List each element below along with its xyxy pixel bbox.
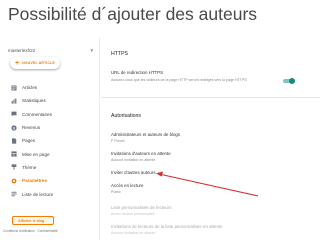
sidebar-item-stats[interactable]: Statistiques [0, 94, 100, 107]
sidebar-item-label: Revenus [22, 125, 41, 131]
plus-icon: + [15, 59, 20, 67]
sidebar-item-label: Thème [22, 164, 37, 170]
toggle-knob [289, 78, 295, 84]
articles-icon [11, 85, 17, 91]
pending-author-invites-value: Aucune invitation en attente [111, 158, 156, 162]
footer-links[interactable]: Conditions d'utilisation · Confidentiali… [3, 229, 58, 233]
comments-icon [11, 111, 17, 117]
sidebar-item-label: Pages [22, 138, 36, 144]
read-access-value: Public [111, 190, 121, 194]
blogger-settings-screenshot: masterlexfr22 ▼ + NOUVEL ARTICLE Article… [0, 37, 320, 240]
sidebar-item-articles[interactable]: Articles [0, 81, 100, 94]
view-blog-button[interactable]: Afficher le blog [12, 216, 54, 225]
sidebar-item-revenue[interactable]: $ Revenus [0, 121, 100, 134]
invite-authors-link[interactable]: Inviter d'autres auteurs [111, 170, 156, 175]
chevron-down-icon: ▼ [89, 47, 94, 53]
sidebar-item-pages[interactable]: Pages [0, 134, 100, 147]
blog-name: masterlexfr22 [8, 47, 36, 53]
new-post-button[interactable]: + NOUVEL ARTICLE [10, 57, 60, 69]
https-redirect-label: URL de redirection HTTPS [111, 70, 164, 75]
sidebar-item-label: Liste de lecture [22, 191, 54, 197]
reading-list-icon [11, 191, 17, 197]
sidebar-item-settings[interactable]: Paramètres [0, 174, 100, 187]
https-redirect-toggle[interactable] [283, 78, 295, 84]
authorizations-section-title: Autorisations [111, 113, 141, 119]
new-post-label: NOUVEL ARTICLE [22, 61, 55, 65]
sidebar-item-layout[interactable]: Mise en page [0, 147, 100, 160]
custom-readers-value: Aucun lecteur personnalisé [111, 212, 155, 216]
theme-icon [11, 164, 17, 171]
sidebar-nav: Articles Statistiques Commentaires $ Rev… [0, 81, 100, 201]
sidebar-item-comments[interactable]: Commentaires [0, 108, 100, 121]
section-divider [101, 97, 320, 98]
pending-author-invites-label[interactable]: Invitations d'auteurs en attente [111, 151, 171, 156]
blog-admins-value: F Porcel [111, 139, 125, 143]
pages-icon [11, 138, 17, 144]
pending-reader-invites-value: Aucune invitation en attente [111, 231, 156, 235]
sidebar-item-label: Paramètres [22, 178, 48, 184]
sidebar-item-reading-list[interactable]: Liste de lecture [0, 187, 100, 200]
stats-icon [11, 98, 17, 104]
https-redirect-description: Assurez-vous que les visiteurs de la pag… [111, 78, 247, 82]
custom-readers-label: Liste personnalisée de lecteurs [111, 205, 172, 210]
read-access-label[interactable]: Accès en lecture [111, 183, 143, 188]
sidebar: masterlexfr22 ▼ + NOUVEL ARTICLE Article… [0, 37, 100, 240]
https-section-title: HTTPS [111, 51, 129, 57]
settings-panel: HTTPS URL de redirection HTTPS Assurez-v… [101, 37, 320, 240]
slide-title: Possibilité d´ajouter des auteurs [8, 4, 258, 24]
blog-admins-label[interactable]: Administrateurs et auteurs de blogs [111, 132, 180, 137]
sidebar-item-label: Mise en page [22, 151, 50, 157]
pending-reader-invites-label: Invitations de lecteurs de la liste pers… [111, 224, 223, 229]
sidebar-item-theme[interactable]: Thème [0, 161, 100, 174]
sidebar-item-label: Articles [22, 85, 38, 91]
sidebar-item-label: Statistiques [22, 98, 46, 104]
settings-icon [11, 178, 17, 184]
blog-selector[interactable]: masterlexfr22 ▼ [8, 45, 94, 55]
sidebar-item-label: Commentaires [22, 111, 52, 117]
revenue-icon: $ [11, 124, 17, 131]
layout-icon [11, 151, 17, 157]
